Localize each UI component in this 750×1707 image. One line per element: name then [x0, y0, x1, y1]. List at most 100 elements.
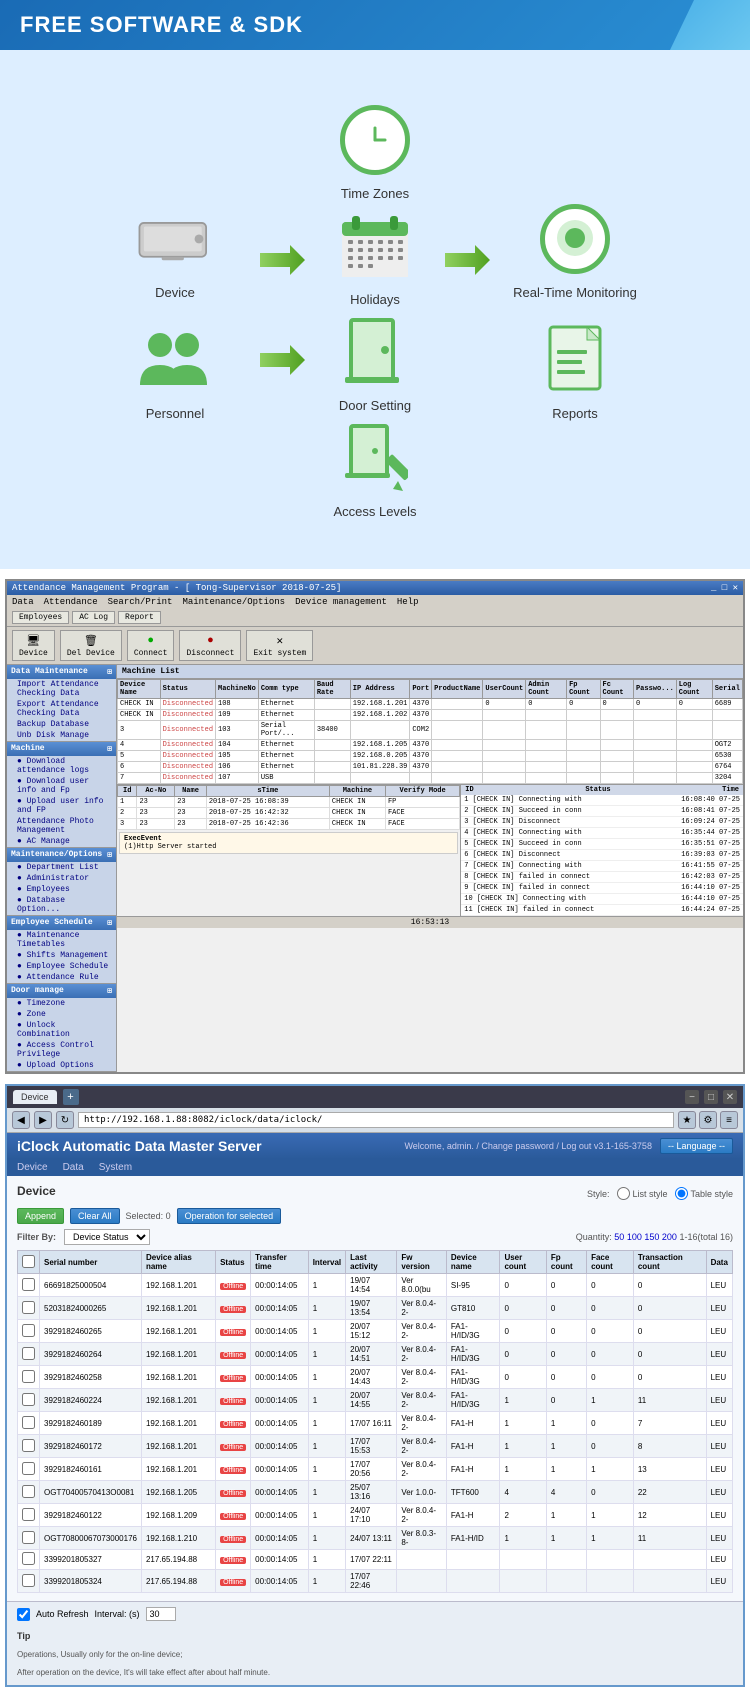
sidebar-timezone[interactable]: ● Timezone	[7, 998, 116, 1009]
select-all-checkbox[interactable]	[22, 1255, 35, 1268]
row-checkbox[interactable]	[22, 1462, 35, 1475]
refresh-btn[interactable]: ↻	[56, 1111, 74, 1129]
sidebar-header-machine[interactable]: Machine ⊞	[7, 742, 116, 756]
toolbar-del-device[interactable]: 🗑 Del Device	[60, 630, 122, 661]
table-row[interactable]: 52031824000265192.168.1.201Offline00:00:…	[18, 1297, 733, 1320]
toolbar-exit[interactable]: ✕ Exit system	[246, 630, 313, 661]
row-checkbox[interactable]	[22, 1552, 35, 1565]
table-row[interactable]: 6Disconnected106Ethernet101.81.228.39437…	[118, 762, 743, 773]
sidebar-usb[interactable]: Unb Disk Manage	[7, 730, 116, 741]
table-row[interactable]: 3929182460265192.168.1.201Offline00:00:1…	[18, 1320, 733, 1343]
row-checkbox[interactable]	[22, 1347, 35, 1360]
sidebar-ul-user[interactable]: ● Upload user info and FP	[7, 796, 116, 816]
table-row[interactable]: 3929182460122192.168.1.209Offline00:00:1…	[18, 1504, 733, 1527]
settings-btn[interactable]: ⚙	[699, 1111, 717, 1129]
table-row[interactable]: 7Disconnected107USB3204	[118, 773, 743, 784]
table-style-radio[interactable]	[675, 1187, 688, 1200]
table-row[interactable]: 5Disconnected105Ethernet192.168.0.205437…	[118, 751, 743, 762]
row-checkbox[interactable]	[22, 1508, 35, 1521]
row-checkbox[interactable]	[22, 1574, 35, 1587]
table-row[interactable]: 3399201805327217.65.194.88Offline00:00:1…	[18, 1550, 733, 1570]
row-checkbox[interactable]	[22, 1531, 35, 1544]
table-row[interactable]: CHECK INDisconnected109Ethernet192.168.1…	[118, 710, 743, 721]
sidebar-header-data[interactable]: Data Maintenance ⊞	[7, 665, 116, 679]
table-cell[interactable]	[18, 1320, 40, 1343]
menu-maintenance[interactable]: Maintenance/Options	[182, 597, 285, 607]
nav-data[interactable]: Data	[63, 1162, 84, 1173]
sidebar-att-rule[interactable]: ● Attendance Rule	[7, 972, 116, 983]
table-row[interactable]: 66691825000504192.168.1.201Offline00:00:…	[18, 1274, 733, 1297]
sidebar-admin[interactable]: ● Administrator	[7, 873, 116, 884]
qty-200[interactable]: 200	[662, 1232, 677, 1242]
toolbar-device[interactable]: 🖥 Device	[12, 630, 55, 661]
table-cell[interactable]	[18, 1504, 40, 1527]
sidebar-shifts[interactable]: ● Shifts Management	[7, 950, 116, 961]
browser-tab-device[interactable]: Device	[13, 1090, 57, 1104]
sidebar-ac[interactable]: ● AC Manage	[7, 836, 116, 847]
table-cell[interactable]	[18, 1570, 40, 1593]
interval-input[interactable]	[146, 1607, 176, 1621]
browser-tab-add[interactable]: +	[63, 1089, 79, 1105]
forward-btn[interactable]: ▶	[34, 1111, 52, 1129]
sidebar-db[interactable]: ● Database Option...	[7, 895, 116, 915]
table-row[interactable]: 4Disconnected104Ethernet192.168.1.205437…	[118, 740, 743, 751]
operation-btn[interactable]: Operation for selected	[177, 1208, 282, 1224]
sidebar-dl-user[interactable]: ● Download user info and Fp	[7, 776, 116, 796]
sidebar-export[interactable]: Export Attendance Checking Data	[7, 699, 116, 719]
table-row[interactable]: CHECK INDisconnected108Ethernet192.168.1…	[118, 699, 743, 710]
ams-menubar[interactable]: Data Attendance Search/Print Maintenance…	[7, 595, 743, 609]
sidebar-import[interactable]: Import Attendance Checking Data	[7, 679, 116, 699]
menu-data[interactable]: Data	[12, 597, 34, 607]
qty-100[interactable]: 100	[627, 1232, 642, 1242]
clear-all-btn[interactable]: Clear All	[70, 1208, 120, 1224]
qty-50[interactable]: 50	[614, 1232, 624, 1242]
filter-select[interactable]: Device Status	[64, 1229, 150, 1245]
table-row[interactable]: 3929182460258192.168.1.201Offline00:00:1…	[18, 1366, 733, 1389]
close-btn[interactable]: ✕	[723, 1090, 737, 1104]
row-checkbox[interactable]	[22, 1278, 35, 1291]
row-checkbox[interactable]	[22, 1416, 35, 1429]
tab-aclog[interactable]: AC Log	[72, 611, 115, 624]
nav-device[interactable]: Device	[17, 1162, 48, 1173]
row-checkbox[interactable]	[22, 1324, 35, 1337]
table-row[interactable]: 3929182460161192.168.1.201Offline00:00:1…	[18, 1458, 733, 1481]
table-row[interactable]: 123232018-07-25 16:08:39CHECK INFP	[118, 797, 460, 808]
table-cell[interactable]	[18, 1481, 40, 1504]
maximize-btn[interactable]: □	[704, 1090, 718, 1104]
table-row[interactable]: 3929182460189192.168.1.201Offline00:00:1…	[18, 1412, 733, 1435]
row-checkbox[interactable]	[22, 1439, 35, 1452]
sidebar-header-maint[interactable]: Maintenance/Options ⊞	[7, 848, 116, 862]
row-checkbox[interactable]	[22, 1301, 35, 1314]
toolbar-disconnect[interactable]: ● Disconnect	[179, 630, 241, 661]
sidebar-maint-timetable[interactable]: ● Maintenance Timetables	[7, 930, 116, 950]
tab-employees[interactable]: Employees	[12, 611, 69, 624]
tab-report[interactable]: Report	[118, 611, 161, 624]
table-cell[interactable]	[18, 1527, 40, 1550]
table-row[interactable]: 3929182460264192.168.1.201Offline00:00:1…	[18, 1343, 733, 1366]
list-style-radio[interactable]	[617, 1187, 630, 1200]
table-cell[interactable]	[18, 1550, 40, 1570]
minimize-btn[interactable]: −	[685, 1090, 699, 1104]
menu-device-mgmt[interactable]: Device management	[295, 597, 387, 607]
table-cell[interactable]	[18, 1297, 40, 1320]
menu-attendance[interactable]: Attendance	[44, 597, 98, 607]
row-checkbox[interactable]	[22, 1393, 35, 1406]
append-btn[interactable]: Append	[17, 1208, 64, 1224]
table-row[interactable]: 3399201805324217.65.194.88Offline00:00:1…	[18, 1570, 733, 1593]
menu-btn[interactable]: ≡	[720, 1111, 738, 1129]
table-row[interactable]: 3929182460224192.168.1.201Offline00:00:1…	[18, 1389, 733, 1412]
sidebar-photo[interactable]: Attendance Photo Management	[7, 816, 116, 836]
table-cell[interactable]	[18, 1343, 40, 1366]
sidebar-emp-sched[interactable]: ● Employee Schedule	[7, 961, 116, 972]
sidebar-header-sched[interactable]: Employee Schedule ⊞	[7, 916, 116, 930]
table-cell[interactable]	[18, 1274, 40, 1297]
table-cell[interactable]	[18, 1389, 40, 1412]
table-row[interactable]: 223232018-07-25 16:42:32CHECK INFACE	[118, 808, 460, 819]
sidebar-dl-logs[interactable]: ● Download attendance logs	[7, 756, 116, 776]
row-checkbox[interactable]	[22, 1370, 35, 1383]
back-btn[interactable]: ◀	[12, 1111, 30, 1129]
toolbar-connect[interactable]: ● Connect	[127, 630, 175, 661]
auto-refresh-checkbox[interactable]	[17, 1608, 30, 1621]
sidebar-upload-opt[interactable]: ● Upload Options	[7, 1060, 116, 1071]
menu-search[interactable]: Search/Print	[108, 597, 173, 607]
